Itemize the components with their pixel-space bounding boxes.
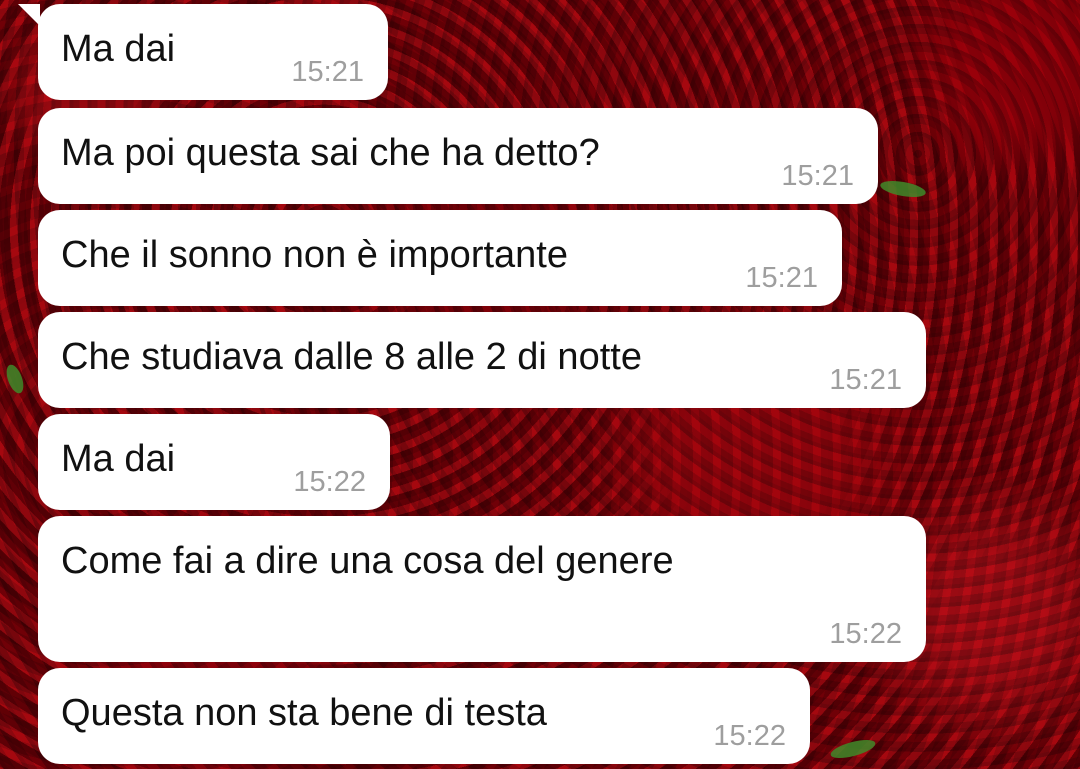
message-bubble[interactable]: Ma dai 15:22 — [38, 414, 390, 510]
message-text: Come fai a dire una cosa del genere — [61, 540, 674, 582]
message-bubble[interactable]: Ma dai 15:21 — [18, 4, 388, 100]
message-text: Che studiava dalle 8 alle 2 di notte — [61, 336, 642, 378]
message-text: Che il sonno non è importante — [61, 234, 568, 276]
wallpaper-leaf — [828, 736, 878, 762]
message-timestamp: 15:22 — [829, 618, 902, 650]
message-text: Ma dai — [61, 28, 176, 70]
message-timestamp: 15:22 — [713, 720, 786, 752]
message-bubble[interactable]: Come fai a dire una cosa del genere 15:2… — [38, 516, 926, 662]
message-text: Ma poi questa sai che ha detto? — [61, 132, 600, 174]
message-bubble[interactable]: Questa non sta bene di testa 15:22 — [38, 668, 810, 764]
message-timestamp: 15:21 — [829, 364, 902, 396]
message-timestamp: 15:21 — [291, 56, 364, 88]
message-text: Ma dai — [61, 438, 176, 480]
message-timestamp: 15:21 — [781, 160, 854, 192]
wallpaper-leaf — [879, 178, 927, 200]
wallpaper-leaf — [3, 362, 27, 396]
message-timestamp: 15:22 — [293, 466, 366, 498]
bubble-tail — [18, 4, 40, 26]
message-bubble[interactable]: Che il sonno non è importante 15:21 — [38, 210, 842, 306]
message-text: Questa non sta bene di testa — [61, 692, 547, 734]
message-bubble[interactable]: Ma poi questa sai che ha detto? 15:21 — [38, 108, 878, 204]
message-timestamp: 15:21 — [745, 262, 818, 294]
message-bubble[interactable]: Che studiava dalle 8 alle 2 di notte 15:… — [38, 312, 926, 408]
